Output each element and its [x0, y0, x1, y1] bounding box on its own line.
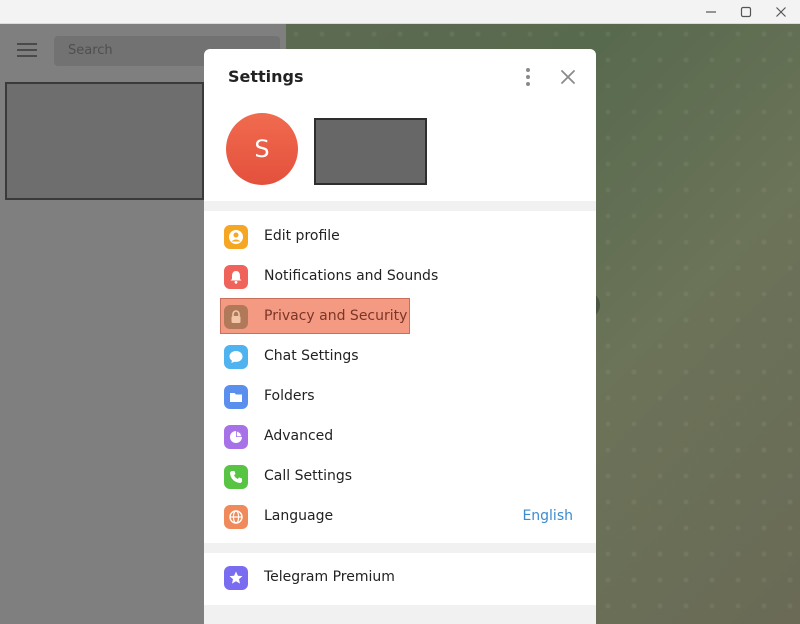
- lock-icon: [224, 305, 248, 329]
- minimize-icon[interactable]: [694, 0, 728, 24]
- section-divider: [204, 605, 596, 624]
- profile-section[interactable]: S: [204, 105, 596, 201]
- menu-item-label: Language: [264, 508, 334, 524]
- star-icon: [224, 566, 248, 590]
- menu-icon[interactable]: [17, 43, 37, 57]
- menu-item-chat-settings[interactable]: Chat Settings: [204, 337, 596, 377]
- page-title: Settings: [228, 67, 304, 86]
- menu-item-folders[interactable]: Folders: [204, 377, 596, 417]
- menu-item-privacy-security[interactable]: Privacy and Security: [204, 297, 596, 337]
- redacted-chat-list: [5, 82, 204, 200]
- close-dialog-icon[interactable]: [556, 65, 580, 89]
- chat-bubble-icon: [224, 345, 248, 369]
- menu-item-language[interactable]: Language English: [204, 497, 596, 537]
- globe-icon: [224, 505, 248, 529]
- menu-item-advanced[interactable]: Advanced: [204, 417, 596, 457]
- menu-item-label: Notifications and Sounds: [264, 268, 439, 284]
- menu-item-label: Folders: [264, 388, 315, 404]
- menu-item-label: Telegram Premium: [264, 569, 395, 585]
- close-icon[interactable]: [764, 0, 798, 24]
- menu-item-label: Chat Settings: [264, 348, 359, 364]
- menu-item-call-settings[interactable]: Call Settings: [204, 457, 596, 497]
- window-title-bar: [0, 0, 800, 24]
- settings-dialog: Settings S Edit profile Notifications an…: [204, 49, 596, 624]
- bell-icon: [224, 265, 248, 289]
- menu-item-notifications[interactable]: Notifications and Sounds: [204, 257, 596, 297]
- maximize-icon[interactable]: [729, 0, 763, 24]
- menu-item-edit-profile[interactable]: Edit profile: [204, 217, 596, 257]
- user-icon: [224, 225, 248, 249]
- folder-icon: [224, 385, 248, 409]
- pie-chart-icon: [224, 425, 248, 449]
- phone-icon: [224, 465, 248, 489]
- menu-item-label: Edit profile: [264, 228, 340, 244]
- menu-item-label: Call Settings: [264, 468, 353, 484]
- language-value: English: [522, 508, 573, 524]
- section-divider: [204, 201, 596, 211]
- section-divider: [204, 543, 596, 553]
- menu-item-telegram-premium[interactable]: Telegram Premium: [204, 558, 596, 598]
- more-options-icon[interactable]: [516, 65, 540, 89]
- redacted-profile-name: [314, 118, 427, 185]
- settings-header: Settings: [204, 49, 596, 105]
- menu-item-label: Privacy and Security: [264, 308, 408, 324]
- menu-item-label: Advanced: [264, 428, 334, 444]
- settings-menu: Edit profile Notifications and Sounds Pr…: [204, 217, 596, 537]
- avatar[interactable]: S: [226, 113, 298, 185]
